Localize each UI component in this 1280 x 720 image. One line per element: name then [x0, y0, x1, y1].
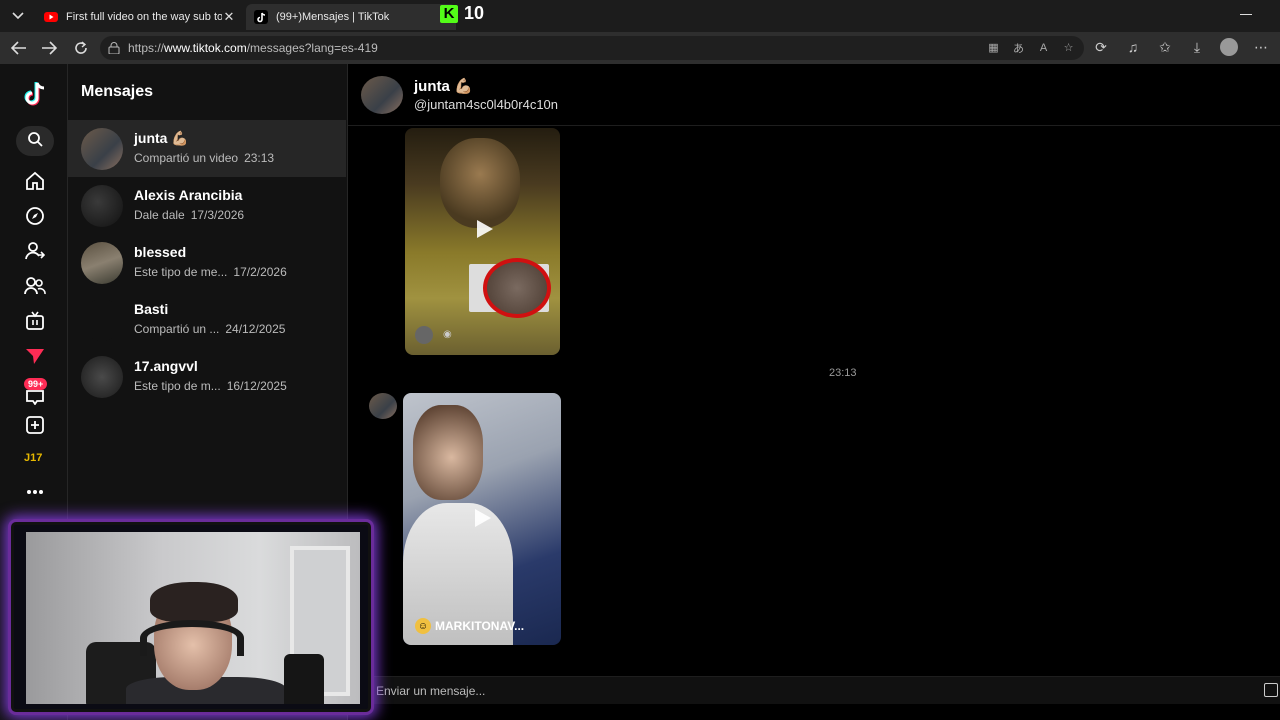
extensions-icon[interactable]: ⟳	[1092, 38, 1110, 56]
browser-tab-bar: First full video on the way sub to g ✕ (…	[0, 0, 1280, 32]
avatar	[415, 326, 433, 344]
tab-actions-chevron-icon[interactable]	[8, 6, 28, 26]
profile-avatar[interactable]	[1220, 38, 1238, 56]
back-arrow-icon[interactable]	[8, 38, 30, 58]
conversation-name: Alexis Arancibia	[134, 187, 243, 203]
messages-icon[interactable]	[22, 343, 48, 369]
chat-contact-name[interactable]: junta 💪🏼	[414, 77, 473, 95]
video-thumbnail	[440, 138, 520, 228]
forward-arrow-icon[interactable]	[38, 38, 60, 58]
chat-panel: junta 💪🏼 @juntam4sc0l4b0r4c10n ◉ 23:13 ☺…	[348, 64, 1280, 720]
kick-logo-icon: K	[440, 4, 458, 23]
search-icon	[27, 131, 43, 152]
video-highlight-circle	[483, 258, 551, 318]
inbox-icon[interactable]	[22, 384, 48, 410]
avatar	[81, 299, 123, 341]
webcam-feed	[26, 532, 360, 704]
media-icon[interactable]: ♫	[1124, 38, 1142, 56]
profile-icon[interactable]: J17	[24, 452, 42, 464]
conversation-name: 17.angvvl	[134, 358, 198, 374]
downloads-icon[interactable]: ⤓	[1188, 38, 1206, 56]
favorites-icon[interactable]: ✩	[1156, 38, 1174, 56]
avatar	[81, 128, 123, 170]
shared-video-message[interactable]: ☺ MARKITONAV...	[403, 393, 561, 645]
tab-title: (99+)Mensajes | TikTok	[276, 11, 390, 23]
more-menu-icon[interactable]: ⋯	[1252, 38, 1270, 56]
message-placeholder: Enviar un mensaje...	[376, 683, 486, 698]
eye-icon: ◉	[443, 329, 452, 340]
browser-tab-tiktok[interactable]: (99+)Mensajes | TikTok	[246, 4, 456, 30]
conversation-item-junta[interactable]: junta 💪🏼 Compartió un video 23:13	[68, 120, 346, 177]
avatar[interactable]	[361, 76, 403, 114]
play-icon	[477, 220, 493, 238]
avatar	[81, 356, 123, 398]
conversation-preview: Dale dale 17/3/2026	[134, 208, 245, 222]
app-available-icon[interactable]: ▦	[986, 40, 1001, 55]
live-icon[interactable]	[22, 308, 48, 334]
more-icon[interactable]	[22, 479, 48, 505]
youtube-icon	[44, 10, 58, 24]
browser-tab-youtube[interactable]: First full video on the way sub to g ✕	[36, 4, 244, 30]
avatar	[369, 393, 397, 419]
search-button[interactable]	[16, 126, 54, 156]
url-text: https://www.tiktok.com/messages?lang=es-…	[128, 41, 378, 55]
avatar	[81, 242, 123, 284]
close-tab-icon[interactable]: ✕	[222, 9, 236, 25]
page-title: Mensajes	[81, 83, 154, 100]
conversation-name: Basti	[134, 301, 169, 317]
conversation-name: blessed	[134, 244, 187, 260]
conversation-item-basti[interactable]: Basti Compartió un ... 24/12/2025	[68, 291, 346, 348]
conversation-item-alexis[interactable]: Alexis Arancibia Dale dale 17/3/2026	[68, 177, 346, 234]
play-icon	[475, 509, 491, 527]
message-input[interactable]: Enviar un mensaje...	[368, 676, 1280, 704]
home-icon[interactable]	[22, 168, 48, 194]
conversation-name: junta 💪🏼	[134, 130, 189, 146]
webcam-hair	[150, 582, 238, 622]
conversation-preview: Compartió un video 23:13	[134, 151, 275, 165]
conversation-preview: Este tipo de m... 16/12/2025	[134, 379, 287, 393]
lock-icon	[108, 42, 120, 54]
chat-contact-handle: @juntam4sc0l4b0r4c10n	[414, 97, 559, 112]
tab-title: First full video on the way sub to g	[66, 11, 222, 23]
message-timestamp: 23:13	[829, 367, 857, 379]
conversation-preview: Este tipo de me... 17/2/2026	[134, 265, 287, 279]
friends-icon[interactable]	[22, 273, 48, 299]
read-aloud-icon[interactable]: A	[1036, 40, 1051, 55]
address-bar[interactable]: https://www.tiktok.com/messages?lang=es-…	[100, 36, 1084, 60]
shared-video-message[interactable]: ◉	[405, 128, 560, 355]
headset-icon	[140, 620, 244, 656]
image-attach-icon[interactable]	[1264, 683, 1278, 697]
webcam-overlay	[8, 519, 374, 715]
conversation-item-blessed[interactable]: blessed Este tipo de me... 17/2/2026	[68, 234, 346, 291]
kick-viewer-count: 10	[464, 3, 485, 23]
upload-icon[interactable]	[22, 412, 48, 438]
browser-toolbar: https://www.tiktok.com/messages?lang=es-…	[0, 32, 1280, 64]
translate-icon[interactable]: あ	[1011, 40, 1026, 55]
window-minimize-button[interactable]	[1240, 14, 1252, 15]
following-icon[interactable]	[22, 238, 48, 264]
video-caption: ☺ MARKITONAV...	[415, 618, 524, 634]
emoji-icon: ☺	[415, 618, 431, 634]
tiktok-logo-icon[interactable]	[22, 81, 48, 107]
avatar	[81, 185, 123, 227]
conversation-preview: Compartió un ... 24/12/2025	[134, 322, 286, 336]
kick-viewer-badge: K 10	[440, 3, 484, 24]
reload-icon[interactable]	[70, 38, 92, 58]
conversation-item-17angvvl[interactable]: 17.angvvl Este tipo de m... 16/12/2025	[68, 348, 346, 405]
chat-header: junta 💪🏼 @juntam4sc0l4b0r4c10n	[348, 64, 1280, 126]
explore-icon[interactable]	[22, 203, 48, 229]
tiktok-icon	[254, 10, 268, 24]
favorite-star-icon[interactable]: ☆	[1061, 40, 1076, 55]
video-thumbnail-face	[413, 405, 483, 500]
microphone-icon	[284, 654, 324, 704]
